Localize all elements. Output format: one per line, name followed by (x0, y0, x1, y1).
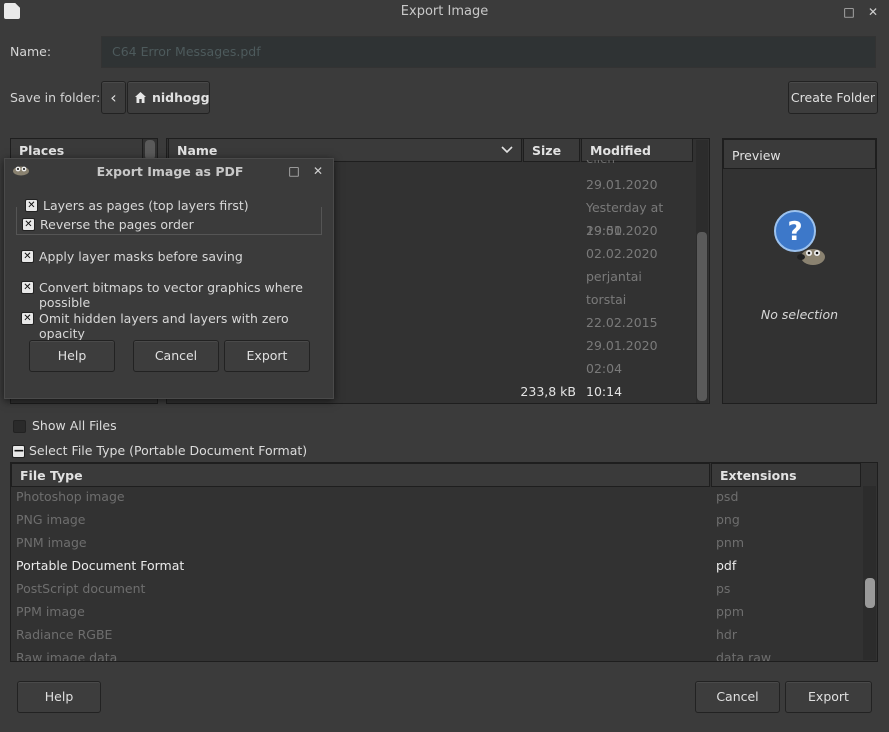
file-type-scroll-thumb[interactable] (865, 578, 875, 608)
no-selection-text: No selection (760, 307, 839, 322)
extension-cell: data raw (716, 650, 772, 661)
file-row-modified[interactable]: 29.01.2020 (586, 173, 696, 196)
file-type-cell: PostScript document (16, 581, 146, 596)
table-row[interactable]: Raw image data data raw (16, 646, 856, 661)
dialog-close-icon[interactable]: ✕ (311, 164, 325, 178)
svg-text:?: ? (787, 217, 802, 247)
export-pdf-dialog: Export Image as PDF □ ✕ ✕ Layers as page… (4, 158, 334, 399)
omit-hidden-layers-label[interactable]: Omit hidden layers and layers with zero … (39, 311, 333, 341)
file-list-modified-column: 29.01.2020 Yesterday at 19:50 29.01.2020… (586, 173, 696, 380)
extensions-header[interactable]: Extensions (711, 463, 861, 487)
create-folder-button[interactable]: Create Folder (788, 81, 878, 114)
selected-file-modified: 10:14 (586, 384, 623, 399)
file-row-modified[interactable]: 02:04 (586, 357, 696, 380)
breadcrumb-folder-button[interactable]: nidhogg (127, 81, 210, 114)
file-type-cell: PNG image (16, 512, 86, 527)
table-row[interactable]: PNM image pnm (16, 531, 856, 554)
preview-panel: Preview ? No selection (722, 138, 877, 404)
name-label: Name: (10, 44, 52, 59)
layers-as-pages-checkbox[interactable]: ✕ (25, 199, 38, 212)
question-icon: ? (774, 210, 825, 265)
chevron-down-icon (501, 146, 513, 154)
table-row[interactable]: Radiance RGBE hdr (16, 623, 856, 646)
dialog-help-button[interactable]: Help (29, 340, 115, 372)
table-row-selected[interactable]: Portable Document Format pdf (16, 554, 856, 577)
extension-cell: ppm (716, 604, 745, 619)
dialog-title: Export Image as PDF (96, 164, 244, 179)
file-type-rows: Photoshop image psd PNG image png PNM imag… (16, 485, 856, 661)
file-type-cell: PNM image (16, 535, 87, 550)
apply-layer-masks-label[interactable]: Apply layer masks before saving (39, 249, 243, 264)
file-list-scrollbar[interactable] (696, 140, 708, 403)
help-button[interactable]: Help (17, 681, 101, 713)
file-row-modified[interactable]: Yesterday at 19:50 (586, 196, 696, 238)
file-row-modified[interactable]: torstai (586, 288, 696, 311)
size-column-header[interactable]: Size (523, 138, 580, 162)
partial-row-modified: eilen (586, 160, 686, 166)
close-icon[interactable]: ✕ (866, 5, 880, 19)
collapse-toggle[interactable]: − (12, 444, 25, 458)
save-in-folder-label: Save in folder: (10, 90, 101, 105)
file-type-cell: Photoshop image (16, 489, 125, 504)
name-column-label: Name (177, 143, 218, 158)
file-type-cell: Raw image data (16, 650, 118, 661)
convert-bitmaps-label[interactable]: Convert bitmaps to vector graphics where… (39, 280, 333, 310)
path-back-button[interactable]: ‹ (101, 81, 126, 114)
chevron-left-icon: ‹ (110, 88, 117, 107)
reverse-pages-label[interactable]: Reverse the pages order (40, 217, 194, 232)
maximize-icon[interactable]: □ (842, 5, 856, 19)
modified-column-header[interactable]: Modified (581, 138, 693, 162)
extension-cell: png (716, 512, 740, 527)
file-type-cell: PPM image (16, 604, 85, 619)
layers-as-pages-label[interactable]: Layers as pages (top layers first) (43, 198, 251, 213)
apply-layer-masks-checkbox[interactable]: ✕ (21, 250, 34, 263)
preview-header: Preview (723, 139, 876, 169)
breadcrumb-folder-label: nidhogg (152, 90, 210, 105)
dialog-export-button[interactable]: Export (224, 340, 310, 372)
filename-input[interactable]: C64 Error Messages.pdf (101, 36, 876, 68)
file-row-modified[interactable]: perjantai (586, 265, 696, 288)
extension-cell: pdf (716, 558, 737, 573)
extension-cell: psd (716, 489, 739, 504)
select-file-type-label[interactable]: Select File Type (Portable Document Form… (29, 443, 307, 458)
table-row[interactable]: Photoshop image psd (16, 485, 856, 508)
cancel-button[interactable]: Cancel (695, 681, 780, 713)
omit-hidden-layers-checkbox[interactable]: ✕ (21, 312, 34, 325)
file-list-scroll-thumb[interactable] (697, 232, 707, 401)
file-row-modified[interactable]: 29.01.2020 (586, 219, 696, 242)
file-type-header[interactable]: File Type (11, 463, 710, 487)
extension-cell: ps (716, 581, 731, 596)
file-row-modified[interactable]: 02.02.2020 (586, 242, 696, 265)
show-all-files-label[interactable]: Show All Files (32, 418, 117, 433)
dialog-cancel-button[interactable]: Cancel (133, 340, 219, 372)
export-button[interactable]: Export (785, 681, 872, 713)
file-row-modified[interactable]: 22.02.2015 (586, 311, 696, 334)
table-row[interactable]: PostScript document ps (16, 577, 856, 600)
extension-cell: pnm (716, 535, 745, 550)
file-type-scrollbar[interactable] (863, 486, 876, 660)
table-row[interactable]: PNG image png (16, 508, 856, 531)
dialog-maximize-icon[interactable]: □ (287, 164, 301, 178)
file-type-cell: Portable Document Format (16, 558, 185, 573)
file-type-cell: Radiance RGBE (16, 627, 113, 642)
table-row[interactable]: PPM image ppm (16, 600, 856, 623)
window-title: Export Image (400, 4, 489, 19)
title-bar: Export Image □ ✕ (0, 0, 889, 24)
file-row-modified[interactable]: 29.01.2020 (586, 334, 696, 357)
places-scrollbar[interactable] (145, 140, 155, 160)
show-all-files-checkbox[interactable] (13, 420, 26, 433)
selected-file-size: 233,8 kB (520, 384, 576, 399)
home-icon (135, 92, 146, 103)
convert-bitmaps-checkbox[interactable]: ✕ (21, 281, 34, 294)
extension-cell: hdr (716, 627, 737, 642)
reverse-pages-checkbox[interactable]: ✕ (22, 218, 35, 231)
